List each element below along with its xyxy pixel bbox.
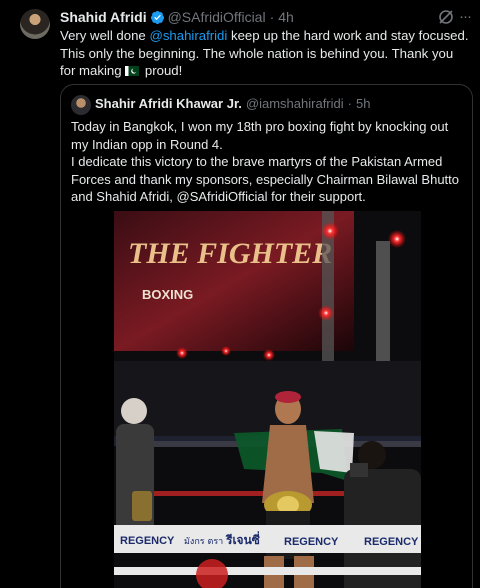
stage-light xyxy=(176,347,188,359)
banner-text-2: มังกร ตรา xyxy=(184,537,223,547)
stage-light xyxy=(318,305,334,321)
stage-light xyxy=(388,230,406,248)
quoted-author-avatar[interactable] xyxy=(71,95,91,115)
tweet-text-part3: proud! xyxy=(141,63,183,78)
quoted-author-name[interactable]: Shahir Afridi Khawar Jr. xyxy=(95,96,242,111)
author-avatar[interactable] xyxy=(20,9,50,39)
quoted-tweet-text: Today in Bangkok, I won my 18th pro boxi… xyxy=(71,118,465,206)
banner-text-3: รีเจนซี่ xyxy=(225,531,259,547)
banner-text-4: REGENCY xyxy=(284,536,339,548)
quoted-author-handle[interactable]: @iamshahirafridi xyxy=(246,96,344,111)
tweet[interactable]: Shahid Afridi @SAfridiOfficial · 4h ··· … xyxy=(0,0,480,588)
separator-dot: · xyxy=(269,9,275,25)
tweet-photo[interactable]: THE FIGHTER BOXING REGENCY มังกร ตรา รีเ… xyxy=(114,211,421,588)
boxing-photo-illustration: THE FIGHTER BOXING REGENCY มังกร ตรา รีเ… xyxy=(114,211,421,588)
screen-text-1: THE FIGHTER xyxy=(128,237,332,270)
more-icon[interactable]: ··· xyxy=(459,9,475,25)
verified-badge-icon xyxy=(150,10,164,24)
quoted-tweet[interactable]: Shahir Afridi Khawar Jr. @iamshahirafrid… xyxy=(60,84,473,588)
quoted-separator-dot: · xyxy=(347,96,352,111)
stage-light xyxy=(221,346,231,356)
referee xyxy=(121,398,147,424)
mention-link[interactable]: @shahirafridi xyxy=(149,28,227,43)
screen-text-2: BOXING xyxy=(142,287,193,302)
tweet-text-part1: Very well done xyxy=(60,28,150,43)
author-name[interactable]: Shahid Afridi xyxy=(60,9,147,25)
author-handle[interactable]: @SAfridiOfficial xyxy=(168,9,266,25)
grok-icon[interactable] xyxy=(438,9,454,25)
banner-text-1: REGENCY xyxy=(120,535,175,547)
arena-screen xyxy=(114,211,354,351)
tweet-time[interactable]: 4h xyxy=(278,9,294,25)
stage-light xyxy=(321,222,339,240)
stage-light xyxy=(263,349,275,361)
tweet-header: Shahid Afridi @SAfridiOfficial · 4h xyxy=(60,8,294,26)
quoted-tweet-time[interactable]: 5h xyxy=(356,96,370,111)
quoted-text-line1: Today in Bangkok, I won my 18th pro boxi… xyxy=(71,119,449,152)
quoted-tweet-header: Shahir Afridi Khawar Jr. @iamshahirafrid… xyxy=(95,96,370,111)
quoted-text-line2: I dedicate this victory to the brave mar… xyxy=(71,154,460,204)
tweet-text: Very well done @shahirafridi keep up the… xyxy=(60,27,470,80)
pakistan-flag-icon xyxy=(125,66,140,76)
banner-text-5: REGENCY xyxy=(364,536,419,548)
